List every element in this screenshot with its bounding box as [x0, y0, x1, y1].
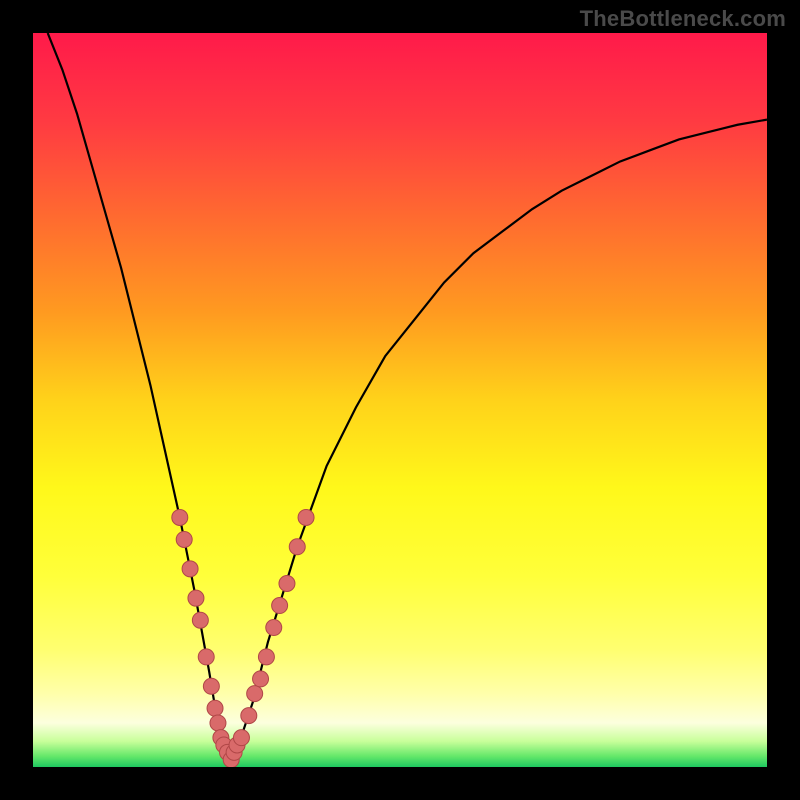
data-marker: [203, 678, 219, 694]
data-marker: [279, 576, 295, 592]
data-marker: [172, 509, 188, 525]
chart-svg: [33, 33, 767, 767]
data-marker: [192, 612, 208, 628]
chart-frame: TheBottleneck.com: [0, 0, 800, 800]
data-marker: [258, 649, 274, 665]
data-marker: [289, 539, 305, 555]
data-marker: [233, 730, 249, 746]
data-marker: [188, 590, 204, 606]
gradient-background: [33, 33, 767, 767]
data-marker: [207, 700, 223, 716]
data-marker: [298, 509, 314, 525]
data-marker: [253, 671, 269, 687]
data-marker: [272, 598, 288, 614]
data-marker: [266, 620, 282, 636]
data-marker: [247, 686, 263, 702]
data-marker: [210, 715, 226, 731]
data-marker: [182, 561, 198, 577]
plot-area: [33, 33, 767, 767]
data-marker: [198, 649, 214, 665]
data-marker: [241, 708, 257, 724]
data-marker: [176, 531, 192, 547]
watermark-text: TheBottleneck.com: [580, 6, 786, 32]
